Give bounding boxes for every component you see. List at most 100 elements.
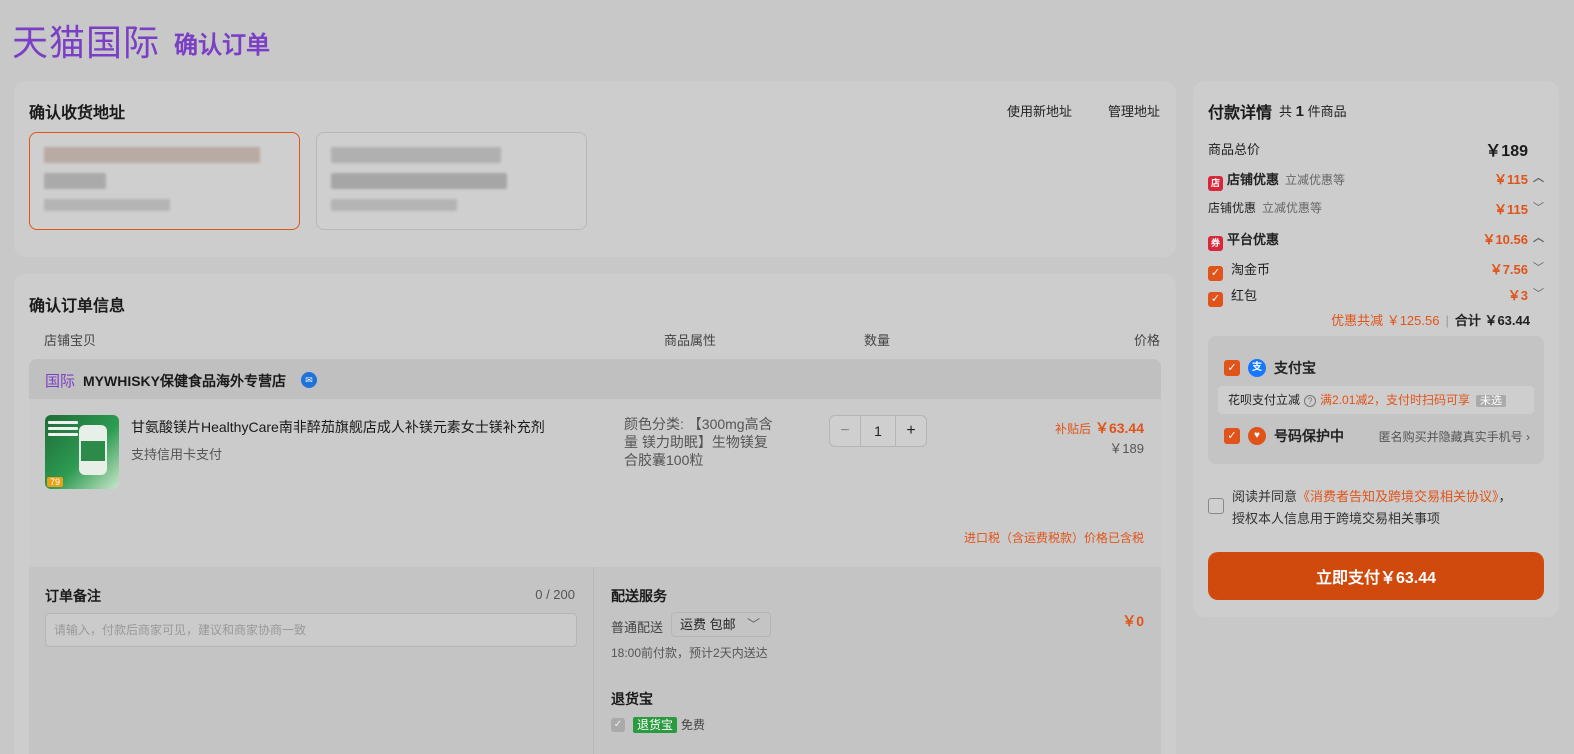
coin-row[interactable]: ✓ 淘金币 ￥7.56 ﹀ (1208, 259, 1544, 281)
chevron-down-icon[interactable]: ﹀ (1533, 199, 1544, 215)
quantity-value[interactable]: 1 (860, 416, 896, 446)
shop-name[interactable]: MYWHISKY保健食品海外专营店 (83, 371, 286, 391)
alipay-row[interactable]: ✓ 支 支付宝 (1224, 358, 1316, 378)
total-value: ￥189 (1485, 143, 1528, 160)
chevron-down-icon[interactable]: ﹀ (1533, 259, 1544, 275)
subsidized-price: 补贴后 ￥63.44 (1055, 418, 1144, 438)
checkbox-icon[interactable]: ✓ (611, 717, 625, 732)
chevron-up-icon[interactable]: ︿ (1533, 229, 1544, 245)
shop-discount-label: 店铺优惠 (1227, 172, 1280, 187)
tmall-global-logo[interactable]: 天猫国际 (12, 14, 160, 66)
discount-summary: 优惠共减 ￥125.56 | 合计 ￥63.44 (1331, 310, 1530, 329)
huabei-label: 花呗支付立减 (1228, 393, 1301, 407)
protect-label: 号码保护中 (1274, 428, 1344, 444)
agreement-text: 阅读并同意《消费者告知及跨境交易相关协议》，授权本人信息用于跨境交易相关事项 (1232, 486, 1522, 530)
global-tag: 国际 (45, 373, 76, 390)
payment-method-box: ✓ 支 支付宝 花呗支付立减? 满2.01减2，支付时扫码可享 未选 ✓ ♥ 号码保… (1208, 336, 1544, 464)
platform-discount-row[interactable]: 券平台优惠 ￥10.56 ︿ (1208, 229, 1544, 251)
delivery-section: 配送服务 普通配送 运费 包邮 ﹀ 18:00前付款，预计2天内送达 ￥0 退货… (595, 567, 1161, 754)
manage-address-link[interactable]: 管理地址 (1108, 101, 1160, 120)
checkbox-icon[interactable]: ✓ (1208, 266, 1223, 281)
checkbox-icon[interactable]: ✓ (1208, 292, 1223, 307)
total-label: 商品总价 (1208, 142, 1261, 157)
remark-section: 订单备注 0 / 200 (29, 567, 594, 754)
order-card: 确认订单信息 店铺宝贝 商品属性 数量 价格 国际 MYWHISKY保健食品海外… (14, 274, 1176, 754)
huabei-promo-row[interactable]: 花呗支付立减? 满2.01减2，支付时扫码可享 未选 (1218, 386, 1534, 414)
blurred-address-line (331, 147, 501, 163)
alipay-label: 支付宝 (1274, 360, 1316, 376)
platform-discount-label: 平台优惠 (1227, 232, 1280, 247)
price-now-value: ￥63.44 (1094, 420, 1144, 436)
shop-header: 国际 MYWHISKY保健食品海外专营店 ✉ (29, 359, 1161, 399)
product-title[interactable]: 甘氨酸镁片HealthyCare南非醉茄旗舰店成人补镁元素女士镁补充剂 (131, 417, 545, 437)
platform-discount-value: ￥10.56 (1482, 232, 1528, 247)
blurred-contact-line (44, 199, 170, 211)
decrease-button[interactable]: − (830, 416, 860, 446)
return-insurance-row: ✓ 退货宝 免费 (611, 716, 705, 733)
tax-note[interactable]: 进口税（含运费税款）价格已含税 (964, 529, 1144, 546)
remark-input[interactable] (45, 613, 577, 647)
page-title: 确认订单 (174, 31, 271, 59)
quantity-stepper: − 1 + (829, 415, 927, 447)
remark-title: 订单备注 (45, 588, 101, 604)
chevron-right-icon: › (1526, 429, 1530, 444)
product-attribute: 颜色分类: 【300mg高含量 镁力助眠】生物镁复合胶囊100粒 (624, 416, 773, 468)
product-thumbnail[interactable]: 79 (45, 415, 119, 489)
number-protection-row[interactable]: ✓ ♥ 号码保护中 匿名购买并隐藏真实手机号 › (1224, 426, 1530, 446)
delivery-eta: 18:00前付款，预计2天内送达 (611, 646, 768, 660)
alipay-icon: 支 (1248, 359, 1266, 377)
thumbnail-banner (48, 421, 78, 447)
shop-discount-detail-value: ￥115 (1494, 202, 1528, 217)
item-count-suffix: 件商品 (1307, 104, 1347, 119)
coin-label: 淘金币 (1231, 262, 1271, 277)
address-option-1[interactable] (29, 132, 300, 230)
item-row: 79 甘氨酸镁片HealthyCare南非醉茄旗舰店成人补镁元素女士镁补充剂 支… (29, 399, 1161, 567)
column-header-qty: 数量 (864, 333, 891, 348)
chevron-up-icon[interactable]: ︿ (1533, 169, 1544, 185)
blurred-address-line (44, 147, 260, 163)
chat-icon[interactable]: ✉ (301, 372, 317, 388)
total-row: 商品总价 ￥189 (1208, 139, 1544, 160)
agree-prefix: 阅读并同意 (1232, 489, 1298, 504)
chevron-down-icon: ﹀ (746, 617, 760, 632)
column-header-item: 店铺宝贝 (44, 333, 97, 348)
grand-total: 合计 ￥63.44 (1454, 313, 1530, 328)
redpack-label: 红包 (1231, 288, 1258, 303)
address-option-2[interactable] (316, 132, 587, 230)
shop-discount-sub: 立减优惠等 (1285, 173, 1346, 187)
column-header-attr: 商品属性 (664, 333, 717, 348)
order-title: 确认订单信息 (29, 298, 126, 315)
delivery-title: 配送服务 (611, 588, 667, 604)
redpack-row[interactable]: ✓ 红包 ￥3 ﹀ (1208, 285, 1544, 307)
coin-value: ￥7.56 (1489, 262, 1528, 277)
shop-discount-value: ￥115 (1494, 172, 1528, 187)
shop-discount-row[interactable]: 店店铺优惠 立减优惠等 ￥115 ︿ (1208, 169, 1544, 191)
item-count: 共 1 件商品 (1279, 101, 1347, 120)
delivery-type-label: 普通配送 (611, 620, 664, 635)
shop-discount-detail-row[interactable]: 店铺优惠 立减优惠等 ￥115 ﹀ (1208, 199, 1544, 219)
help-icon[interactable]: ? (1304, 395, 1317, 407)
checkbox-icon[interactable]: ✓ (1224, 428, 1240, 444)
remark-counter: 0 / 200 (535, 587, 575, 602)
agree-checkbox[interactable] (1208, 498, 1224, 514)
subsidized-label: 补贴后 (1055, 422, 1092, 436)
credit-card-note: 支持信用卡支付 (131, 447, 223, 462)
blurred-address-line (44, 173, 106, 189)
divider: | (1445, 313, 1449, 328)
chevron-down-icon[interactable]: ﹀ (1533, 285, 1544, 301)
delivery-price: ￥0 (1122, 613, 1144, 629)
agreement-link[interactable]: 《消费者告知及跨境交易相关协议》 (1297, 489, 1499, 504)
checkbox-icon[interactable]: ✓ (1224, 360, 1240, 376)
shop-block: 国际 MYWHISKY保健食品海外专营店 ✉ 79 甘氨酸镁片HealthyCa… (29, 359, 1161, 754)
item-count-value: 1 (1295, 103, 1304, 120)
delivery-select[interactable]: 运费 包邮 ﹀ (671, 612, 771, 637)
protect-desc[interactable]: 匿名购买并隐藏真实手机号 › (1379, 428, 1530, 445)
shop-discount-detail-label: 店铺优惠 (1208, 201, 1257, 215)
shop-icon: 店 (1208, 176, 1223, 191)
pay-now-button[interactable]: 立即支付￥63.44 (1208, 552, 1544, 600)
huabei-promo: 满2.01减2，支付时扫码可享 (1320, 393, 1471, 407)
increase-button[interactable]: + (896, 416, 926, 446)
redpack-value: ￥3 (1507, 288, 1528, 303)
item-count-prefix: 共 (1279, 104, 1293, 119)
new-address-link[interactable]: 使用新地址 (1007, 101, 1072, 120)
